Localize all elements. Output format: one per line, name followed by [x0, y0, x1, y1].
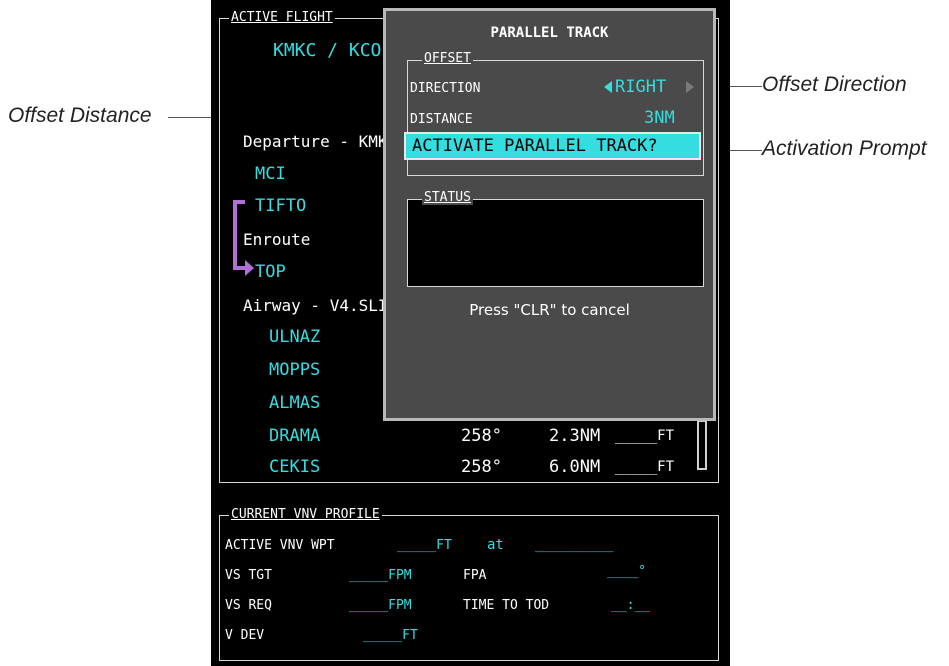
vs-req-value: _____FPM — [349, 598, 412, 613]
time-to-tod-value: __:__ — [611, 598, 651, 613]
leg-top[interactable]: TOP — [255, 262, 286, 282]
parallel-track-window: PARALLEL TRACK OFFSET DIRECTION RIGHT DI… — [383, 8, 716, 421]
drama-dtk: 258° — [461, 426, 502, 446]
cancel-hint: Press "CLR" to cancel — [469, 301, 630, 319]
direction-value: RIGHT — [615, 77, 667, 97]
offset-direction-callout: Offset Direction — [762, 73, 907, 96]
active-flight-plan-title: ACTIVE FLIGHT — [229, 10, 335, 25]
time-to-tod-label: TIME TO TOD — [463, 598, 550, 613]
active-vnv-wpt-value: _____FT — [397, 538, 452, 553]
leg-mci[interactable]: MCI — [255, 164, 286, 184]
vnv-profile-title: CURRENT VNV PROFILE — [229, 507, 382, 522]
leg-mopps[interactable]: MOPPS — [269, 360, 320, 380]
distance-label: DISTANCE — [410, 112, 473, 127]
cekis-dtk: 258° — [461, 457, 502, 477]
route-text: KMKC / KCO — [273, 40, 382, 61]
at-label: at — [487, 537, 504, 553]
leg-ulnaz[interactable]: ULNAZ — [269, 327, 320, 347]
status-group-box — [407, 199, 704, 287]
direction-label: DIRECTION — [410, 81, 481, 96]
leg-almas[interactable]: ALMAS — [269, 393, 320, 413]
offset-distance-callout: Offset Distance — [8, 104, 152, 127]
activation-prompt-callout: Activation Prompt — [762, 137, 927, 160]
at-value: __________ — [535, 538, 614, 553]
activate-prompt-text: ACTIVATE PARALLEL TRACK? — [412, 136, 658, 156]
v-dev-label: V DEV — [225, 628, 265, 643]
distance-value[interactable]: 3NM — [644, 108, 675, 128]
activate-parallel-track-button[interactable]: ACTIVATE PARALLEL TRACK? — [404, 132, 701, 160]
v-dev-value: _____FT — [363, 628, 418, 643]
active-vnv-wpt-label: ACTIVE VNV WPT — [225, 538, 335, 553]
vnv-profile-box — [219, 515, 719, 661]
leg-cekis[interactable]: CEKIS — [269, 457, 320, 477]
offset-group-title: OFFSET — [422, 51, 473, 66]
parallel-track-title: PARALLEL TRACK — [490, 25, 609, 41]
status-group-title: STATUS — [422, 190, 473, 205]
vs-tgt-value: _____FPM — [349, 568, 412, 583]
airway-header: Airway - V4.SLI — [243, 296, 388, 315]
cekis-dis: 6.0NM — [549, 457, 601, 477]
fpa-value: ____° — [607, 564, 647, 579]
vs-tgt-label: VS TGT — [225, 568, 272, 583]
cekis-alt[interactable]: _____FT — [615, 459, 674, 475]
leg-tifto[interactable]: TIFTO — [255, 196, 306, 216]
right-arrow-icon[interactable] — [686, 81, 694, 93]
drama-alt[interactable]: _____FT — [615, 428, 674, 444]
departure-header: Departure - KMK — [243, 132, 388, 151]
mfd-screen: ACTIVE FLIGHT KMKC / KCO Departure - KMK… — [211, 0, 730, 666]
left-arrow-icon[interactable] — [604, 81, 612, 93]
drama-dis: 2.3NM — [549, 426, 601, 446]
direction-selector[interactable]: RIGHT — [604, 77, 696, 99]
active-leg-arrow-icon — [233, 200, 254, 276]
leg-drama[interactable]: DRAMA — [269, 426, 320, 446]
vs-req-label: VS REQ — [225, 598, 272, 613]
fpa-label: FPA — [463, 568, 487, 583]
flight-plan-scrollbar[interactable] — [697, 420, 707, 470]
